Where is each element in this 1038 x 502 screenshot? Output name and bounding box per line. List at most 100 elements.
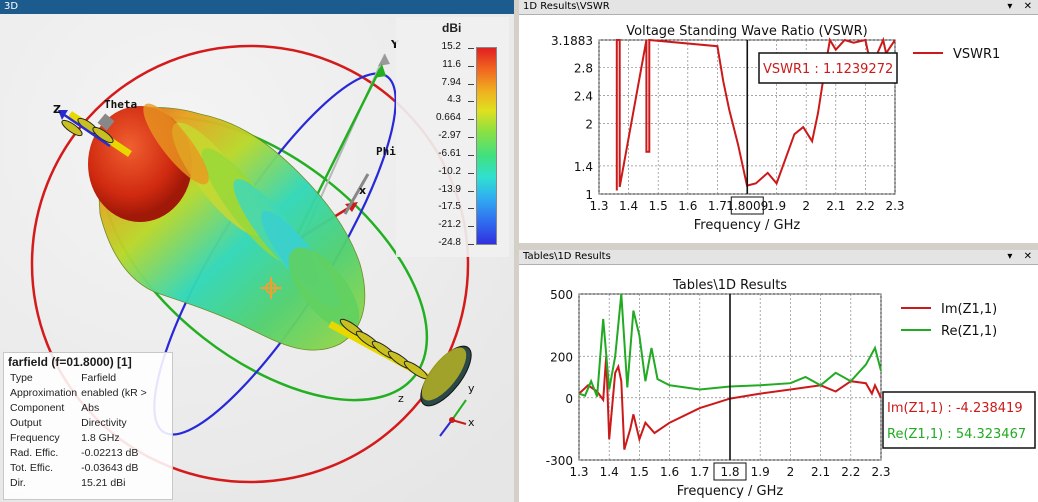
info-label: Dir.: [10, 477, 26, 489]
color-scale-tick-label: 7.94: [441, 76, 461, 88]
color-scale-tick-label: -17.5: [438, 201, 461, 213]
info-value: Abs: [81, 402, 100, 414]
color-scale-tick-label: 0.664: [435, 112, 461, 124]
info-label: Approximation: [10, 387, 78, 399]
x-tick-label: 1.5: [630, 465, 649, 479]
x-tick-label: 1.7: [690, 465, 709, 479]
info-row: Tot. Effic. -0.03643 dB: [10, 461, 151, 476]
color-scale-tick: [468, 190, 474, 192]
color-scale: dBi 15.2 11.6 7.94 4.3 0.664 -2.97 -6.61 -10.2 -…: [396, 17, 509, 257]
farfield-info-box: farfield (f=01.8000) [1] Type Farfield App…: [3, 352, 173, 500]
color-scale-tick: [468, 65, 474, 67]
x-axis-label: Frequency / GHz: [694, 218, 801, 233]
impedance-titlebar[interactable]: Tables\1D Results ▾ ✕: [519, 250, 1038, 265]
info-value: Directivity: [81, 417, 127, 429]
info-value: 15.21 dBi: [81, 477, 126, 489]
x-axis-label: x: [359, 184, 366, 197]
info-label: Output: [10, 417, 42, 429]
color-scale-tick: [468, 137, 474, 139]
info-value: 1.8 GHz: [81, 432, 120, 444]
color-scale-tick: [468, 244, 474, 245]
color-scale-tick-label: -24.8: [438, 237, 461, 248]
panel-titlebar-3d[interactable]: 3D: [0, 0, 514, 14]
info-value: -0.03643 dB: [81, 462, 139, 474]
color-scale-tick: [468, 83, 474, 85]
color-scale-tick-label: -2.97: [438, 130, 461, 142]
color-scale-tick: [468, 208, 474, 210]
color-scale-tick-label: 11.6: [442, 58, 461, 70]
marker-value-re: Re(Z1,1) : 54.323467: [887, 427, 1026, 442]
impedance-panel-title: Tables\1D Results: [523, 251, 611, 262]
x-tick-label: 1.6: [678, 199, 697, 213]
legend-label: Im(Z1,1): [941, 302, 997, 317]
y-tick-label: 500: [550, 288, 573, 302]
marker-x-label: 1.8: [720, 465, 739, 479]
vswr-panel-title: 1D Results\VSWR: [523, 1, 610, 12]
chart-title: Tables\1D Results: [672, 278, 787, 293]
phi-label: Phi: [376, 145, 396, 158]
vswr-window-buttons[interactable]: ▾ ✕: [1007, 0, 1036, 14]
marker-value-im: Im(Z1,1) : -4.238419: [887, 401, 1023, 416]
z-axis-label: Z: [53, 103, 61, 116]
x-tick-label: 2.3: [871, 465, 890, 479]
info-row: Dir. 15.21 dBi: [10, 476, 151, 491]
farfield-3d-panel[interactable]: 3D Z Theta Y Phi x y z x dBi 15.2 11.6 7…: [0, 0, 514, 502]
y-tick-label: 1: [585, 188, 593, 202]
x-tick-label: 1.9: [751, 465, 770, 479]
info-table: Type Farfield Approximation enabled (kR > Co…: [10, 371, 151, 491]
x-tick-label: 2.2: [841, 465, 860, 479]
x-tick-label: 2.1: [826, 199, 845, 213]
marker-x-label: 1.8009: [726, 199, 768, 213]
impedance-chart[interactable]: Tables\1D Results1.3 1.4 1.5 1.6 1.7 1.9 2 2.1 2…: [519, 264, 1038, 502]
color-scale-unit: dBi: [442, 21, 462, 35]
x-axis-label: Frequency / GHz: [677, 484, 784, 499]
color-scale-tick-label: -6.61: [438, 147, 461, 159]
info-value: -0.02213 dB: [81, 447, 139, 459]
impedance-window-buttons[interactable]: ▾ ✕: [1007, 250, 1036, 264]
info-label: Rad. Effic.: [10, 447, 59, 459]
color-scale-tick-label: -21.2: [438, 219, 461, 231]
y-tick-label: 2.4: [574, 89, 593, 103]
impedance-panel[interactable]: Tables\1D Results ▾ ✕ Tables\1D Results 1…: [519, 250, 1038, 502]
color-scale-tick-label: 4.3: [447, 94, 461, 106]
info-row: Frequency 1.8 GHz: [10, 431, 151, 446]
chart-title: Voltage Standing Wave Ratio (VSWR): [626, 24, 867, 39]
theta-label: Theta: [104, 98, 137, 111]
y-tick-label: 2: [585, 118, 593, 132]
vswr-panel[interactable]: 1D Results\VSWR ▾ ✕ Voltage Standing Wav…: [519, 0, 1038, 243]
info-label: Frequency: [10, 432, 60, 444]
vswr-chart[interactable]: Voltage Standing Wave Ratio (VSWR)1.3 1.4…: [519, 14, 1038, 243]
x-tick-label: 2.2: [856, 199, 875, 213]
color-scale-tick: [468, 48, 474, 49]
triad-x-label: x: [468, 416, 475, 429]
x-tick-label: 1.5: [649, 199, 668, 213]
y-tick-label: 2.8: [574, 61, 593, 75]
triad-y-label: y: [468, 382, 475, 395]
marker-value-label: VSWR1 : 1.1239272: [763, 62, 893, 77]
color-scale-gradient: [476, 47, 497, 245]
info-value: enabled (kR >: [81, 387, 147, 399]
x-tick-label: 1.9: [767, 199, 786, 213]
color-scale-tick: [468, 226, 474, 228]
color-scale-tick-label: -10.2: [438, 165, 461, 177]
x-tick-label: 2: [787, 465, 795, 479]
color-scale-tick: [468, 172, 474, 174]
info-row: Rad. Effic. -0.02213 dB: [10, 446, 151, 461]
y-tick-label: 0: [565, 392, 573, 406]
info-row: Type Farfield: [10, 371, 151, 386]
x-tick-label: 1.4: [600, 465, 619, 479]
vswr-titlebar[interactable]: 1D Results\VSWR ▾ ✕: [519, 0, 1038, 15]
panel-title: 3D: [4, 1, 19, 12]
x-tick-label: 1.6: [660, 465, 679, 479]
x-tick-label: 2: [802, 199, 810, 213]
color-scale-tick: [468, 119, 474, 121]
legend-label: Re(Z1,1): [941, 324, 997, 339]
y-tick-label: 1.4: [574, 160, 593, 174]
info-label: Component: [10, 402, 65, 414]
info-row: Approximation enabled (kR >: [10, 386, 151, 401]
color-scale-tick: [468, 101, 474, 103]
color-scale-tick-label: -13.9: [438, 183, 461, 195]
y-tick-label: 200: [550, 350, 573, 364]
x-tick-label: 2.1: [811, 465, 830, 479]
info-label: Type: [10, 372, 33, 384]
